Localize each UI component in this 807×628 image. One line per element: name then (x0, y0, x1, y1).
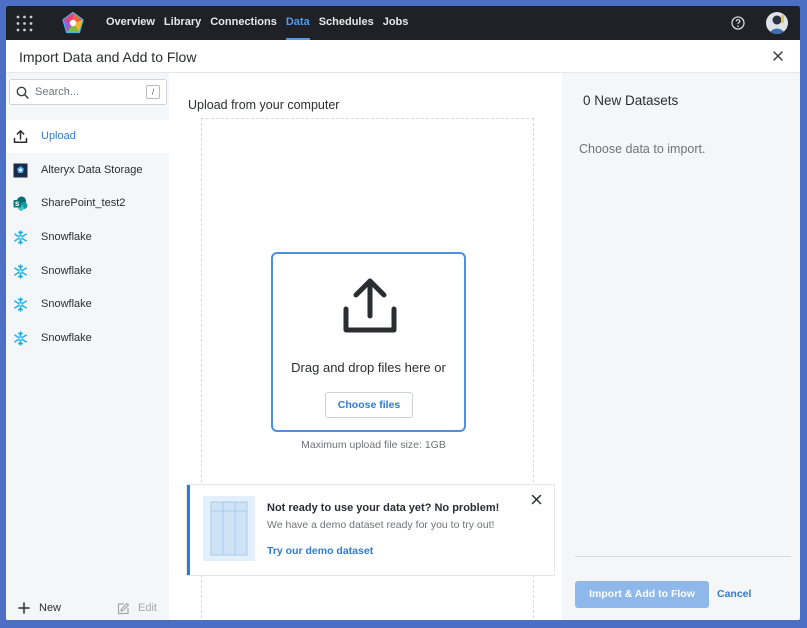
sidebar-item-label: Alteryx Data Storage (41, 164, 143, 176)
snowflake-icon (14, 230, 27, 245)
datasets-hint: Choose data to import. (579, 142, 706, 156)
sidebar-item-alteryx-data-storage[interactable]: Alteryx Data Storage (6, 154, 169, 187)
dialog-title: Import Data and Add to Flow (19, 49, 197, 65)
sidebar-item-snowflake-1[interactable]: Snowflake (6, 221, 169, 254)
new-datasets-title: 0 New Datasets (583, 93, 679, 108)
sidebar-item-snowflake-4[interactable]: Snowflake (6, 322, 169, 355)
file-drop-zone[interactable]: Drag and drop files here or Choose files (271, 252, 466, 432)
source-sidebar: / Upload Alteryx Data Storage S (6, 73, 169, 620)
nav-connections[interactable]: Connections (210, 6, 277, 40)
try-demo-dataset-link[interactable]: Try our demo dataset (267, 545, 373, 557)
upload-icon (13, 130, 28, 143)
top-nav: Overview Library Connections Data Schedu… (6, 6, 800, 40)
edit-icon (117, 602, 130, 614)
choose-files-button[interactable]: Choose files (325, 392, 413, 418)
max-file-size-note: Maximum upload file size: 1GB (301, 439, 446, 451)
cancel-button[interactable]: Cancel (717, 588, 751, 600)
sidebar-item-upload[interactable]: Upload (6, 120, 169, 153)
drop-instructions: Drag and drop files here or (291, 360, 446, 375)
spreadsheet-illustration-icon (203, 496, 255, 561)
demo-dataset-banner: Not ready to use your data yet? No probl… (187, 485, 554, 575)
search-icon (16, 86, 29, 99)
sidebar-item-label: Snowflake (41, 332, 92, 344)
snowflake-icon (14, 297, 27, 312)
edit-label: Edit (138, 602, 157, 614)
import-add-to-flow-button[interactable]: Import & Add to Flow (575, 581, 709, 608)
upload-panel: Upload from your computer Drag and drop … (169, 73, 562, 620)
upload-icon (343, 278, 397, 333)
sidebar-item-label: Snowflake (41, 265, 92, 277)
snowflake-icon (14, 331, 27, 346)
search-box: / (9, 79, 167, 105)
sidebar-item-label: Snowflake (41, 231, 92, 243)
user-avatar[interactable] (766, 12, 788, 34)
demo-subtitle: We have a demo dataset ready for you to … (267, 519, 495, 531)
avatar-image-icon (766, 12, 788, 34)
nav-library[interactable]: Library (164, 6, 201, 40)
alteryx-storage-icon (13, 163, 28, 178)
new-label: New (39, 602, 62, 614)
sidebar-item-snowflake-3[interactable]: Snowflake (6, 288, 169, 321)
sidebar-item-sharepoint[interactable]: S SharePoint_test2 (6, 187, 169, 220)
nav-data[interactable]: Data (285, 6, 310, 40)
new-connection-button[interactable]: New (18, 600, 61, 616)
sidebar-item-label: Upload (41, 130, 76, 142)
edit-connection-button[interactable]: Edit (117, 600, 157, 616)
close-icon[interactable] (771, 49, 785, 63)
nav-schedules[interactable]: Schedules (319, 6, 374, 40)
dialog-header: Import Data and Add to Flow (6, 40, 800, 73)
search-input[interactable] (35, 83, 140, 101)
sidebar-item-snowflake-2[interactable]: Snowflake (6, 255, 169, 288)
sidebar-item-label: SharePoint_test2 (41, 197, 126, 209)
close-icon[interactable] (531, 494, 542, 505)
datasets-panel: 0 New Datasets Choose data to import. Im… (562, 73, 800, 620)
alteryx-logo-icon[interactable] (62, 12, 84, 34)
svg-text:S: S (15, 200, 20, 208)
sidebar-item-label: Snowflake (41, 298, 92, 310)
search-shortcut-key: / (146, 85, 160, 99)
app-window: Overview Library Connections Data Schedu… (6, 6, 800, 620)
snowflake-icon (14, 264, 27, 279)
divider (575, 556, 791, 557)
demo-title: Not ready to use your data yet? No probl… (267, 502, 500, 514)
app-grid-icon[interactable] (16, 15, 33, 32)
plus-icon (18, 602, 30, 614)
nav-jobs[interactable]: Jobs (383, 6, 409, 40)
help-icon[interactable] (731, 16, 745, 30)
sharepoint-icon: S (13, 196, 28, 211)
upload-title: Upload from your computer (188, 98, 340, 112)
nav-overview[interactable]: Overview (106, 6, 155, 40)
nav-links: Overview Library Connections Data Schedu… (106, 6, 417, 40)
